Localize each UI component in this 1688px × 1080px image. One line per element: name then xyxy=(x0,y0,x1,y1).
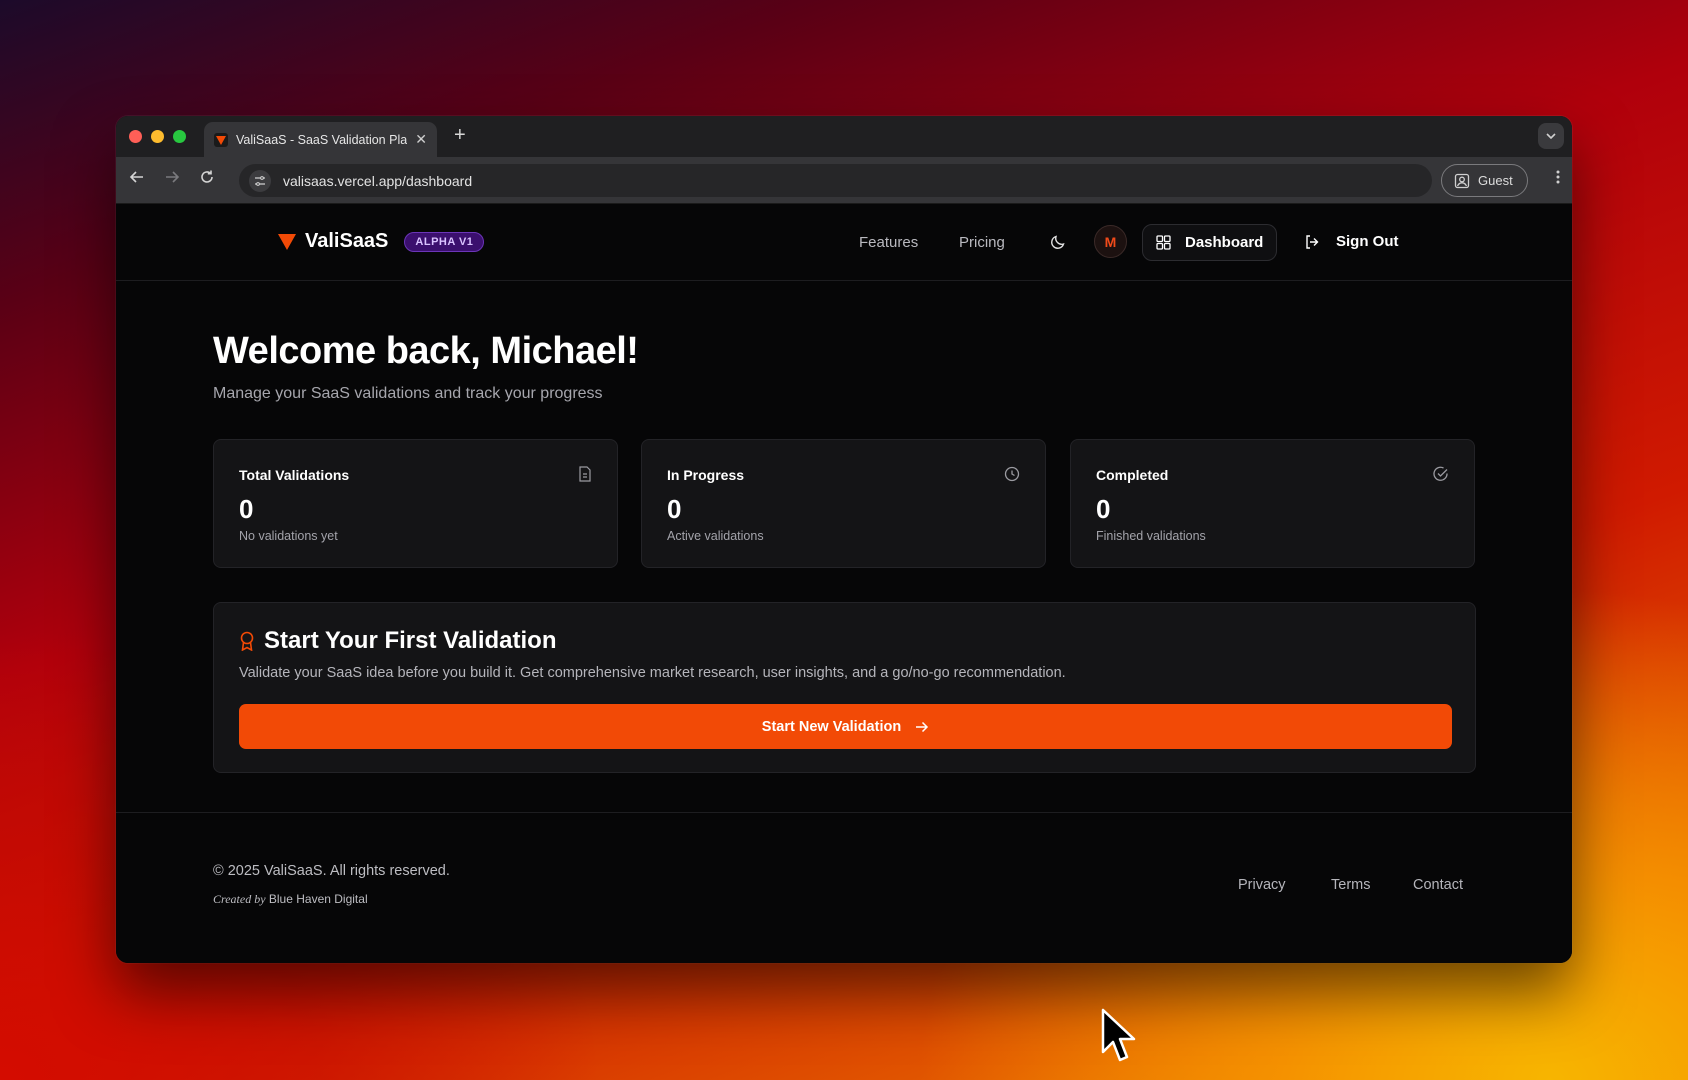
start-new-validation-button[interactable]: Start New Validation xyxy=(239,704,1452,749)
dashboard-label: Dashboard xyxy=(1185,234,1264,251)
theme-toggle-moon-icon[interactable] xyxy=(1045,229,1071,255)
cta-description: Validate your SaaS idea before you build… xyxy=(239,665,1066,681)
user-avatar[interactable]: M xyxy=(1094,225,1127,258)
award-icon xyxy=(240,631,254,651)
back-arrow-icon[interactable] xyxy=(129,169,145,190)
browser-toolbar: valisaas.vercel.app/dashboard Guest xyxy=(116,157,1572,204)
profile-button[interactable]: Guest xyxy=(1441,164,1528,197)
start-new-validation-label: Start New Validation xyxy=(761,718,902,735)
credit-name[interactable]: Blue Haven Digital xyxy=(269,892,368,906)
triangle-logo-icon xyxy=(278,233,296,250)
stat-caption: Finished validations xyxy=(1096,529,1206,543)
stat-value: 0 xyxy=(667,494,682,524)
reload-icon[interactable] xyxy=(199,169,215,190)
logout-icon xyxy=(1306,234,1319,249)
browser-menu-icon[interactable] xyxy=(1556,169,1560,190)
site-settings-icon[interactable] xyxy=(249,169,271,192)
cta-title-text: Start Your First Validation xyxy=(264,627,557,654)
credit-text: Created by Blue Haven Digital xyxy=(213,892,368,907)
window-controls xyxy=(129,130,186,143)
stat-caption: Active validations xyxy=(667,529,764,543)
valisaas-favicon-icon xyxy=(214,132,228,147)
page-content: ValiSaaS ALPHA V1 Features Pricing M Das… xyxy=(116,204,1572,963)
url-text: valisaas.vercel.app/dashboard xyxy=(283,172,473,189)
stat-value: 0 xyxy=(1096,494,1111,524)
stat-label: In Progress xyxy=(667,467,745,483)
tab-close-icon[interactable]: ✕ xyxy=(415,131,427,148)
new-tab-plus-icon[interactable]: + xyxy=(454,124,466,147)
check-circle-icon xyxy=(1433,466,1448,481)
file-icon xyxy=(579,466,591,482)
page-subtitle: Manage your SaaS validations and track y… xyxy=(213,385,603,402)
forward-arrow-icon[interactable] xyxy=(164,169,180,190)
first-validation-card: Start Your First Validation Validate you… xyxy=(213,602,1476,773)
stat-label: Completed xyxy=(1096,467,1169,483)
footer-link-privacy[interactable]: Privacy xyxy=(1238,877,1286,893)
dashboard-button[interactable]: Dashboard xyxy=(1142,224,1277,261)
nav-link-pricing[interactable]: Pricing xyxy=(959,234,1005,251)
grid-icon xyxy=(1156,235,1171,250)
brand-name: ValiSaaS xyxy=(305,230,389,252)
stat-value: 0 xyxy=(239,494,254,524)
clock-icon xyxy=(1004,466,1020,482)
footer-link-contact[interactable]: Contact xyxy=(1413,877,1463,893)
copyright-text: © 2025 ValiSaaS. All rights reserved. xyxy=(213,863,450,879)
browser-window: ValiSaaS - SaaS Validation Pla ✕ + valis… xyxy=(116,116,1572,963)
close-window-button[interactable] xyxy=(129,130,142,143)
mouse-pointer-icon xyxy=(1101,1008,1136,1062)
stat-card-in-progress: In Progress 0 Active validations xyxy=(641,439,1046,568)
tab-strip: ValiSaaS - SaaS Validation Pla ✕ + xyxy=(116,116,1572,157)
cta-title: Start Your First Validation xyxy=(239,627,557,655)
site-footer: © 2025 ValiSaaS. All rights reserved. Cr… xyxy=(116,812,1572,963)
address-bar[interactable]: valisaas.vercel.app/dashboard xyxy=(239,164,1432,197)
sign-out-button[interactable]: Sign Out xyxy=(1304,233,1399,250)
stat-card-completed: Completed 0 Finished validations xyxy=(1070,439,1475,568)
stat-card-total: Total Validations 0 No validations yet xyxy=(213,439,618,568)
minimize-window-button[interactable] xyxy=(151,130,164,143)
arrow-right-icon xyxy=(916,721,929,732)
version-badge: ALPHA V1 xyxy=(404,231,485,252)
footer-link-terms[interactable]: Terms xyxy=(1331,877,1370,893)
stat-caption: No validations yet xyxy=(239,529,338,543)
tab-search-chevron-icon[interactable] xyxy=(1538,123,1564,149)
sign-out-label: Sign Out xyxy=(1336,233,1399,250)
brand-logo[interactable]: ValiSaaS ALPHA V1 xyxy=(277,230,485,253)
profile-label: Guest xyxy=(1478,173,1513,188)
nav-link-features[interactable]: Features xyxy=(859,234,918,251)
credit-prefix: Created by xyxy=(213,892,266,906)
site-header: ValiSaaS ALPHA V1 Features Pricing M Das… xyxy=(116,204,1572,281)
person-icon xyxy=(1454,173,1470,188)
maximize-window-button[interactable] xyxy=(173,130,186,143)
stat-label: Total Validations xyxy=(239,467,350,483)
tab-title: ValiSaaS - SaaS Validation Pla xyxy=(236,132,408,147)
browser-tab[interactable]: ValiSaaS - SaaS Validation Pla ✕ xyxy=(204,122,437,157)
page-title: Welcome back, Michael! xyxy=(213,330,639,372)
